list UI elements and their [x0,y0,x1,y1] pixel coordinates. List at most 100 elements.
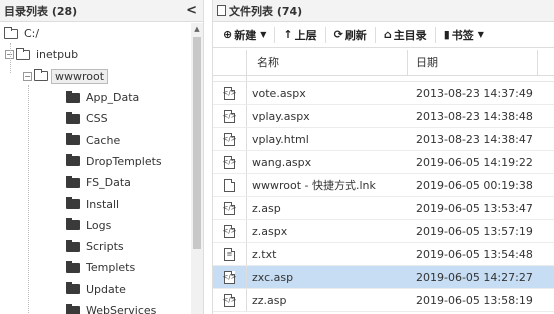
tree-item-inetpub[interactable]: − inetpub [0,44,191,65]
folder-icon [66,239,80,252]
tree-item-c-[interactable]: C:/ [0,23,191,44]
tree-item-label: Scripts [86,240,124,254]
bookmark-button[interactable]: ▮ 书签 ▼ [438,25,490,45]
chevron-down-icon: ▼ [260,30,267,39]
table-row[interactable]: ≡ z.txt 2019-06-05 13:54:48 [213,243,554,266]
folder-icon [66,260,80,273]
tree-item-label: DropTemplets [86,154,162,168]
tree-item-label: inetpub [36,48,79,62]
file-name[interactable]: vote.aspx [247,87,408,100]
folder-icon [66,175,80,188]
directory-scrollbar[interactable]: ▲ [191,23,203,314]
folder-icon [66,303,80,314]
file-name[interactable]: z.aspx [247,225,408,238]
table-row[interactable]: </> z.aspx 2019-06-05 13:57:19 [213,220,554,243]
file-icon-cell: </> [213,151,247,173]
folder-open-outline-icon [34,69,48,82]
up-level-button[interactable]: ↑ 上层 [277,25,322,45]
table-row[interactable]: </> vplay.html 2013-08-23 14:38:47 [213,128,554,151]
tree-item-label: C:/ [24,27,40,41]
new-button[interactable]: ⊕ 新建 ▼ [217,25,272,45]
file-name[interactable]: z.txt [247,248,408,261]
file-name[interactable]: zxc.asp [247,271,408,284]
directory-tree: C:/ − inetpub − wwwroot App_Data CSS Cache DropT… [0,23,191,314]
tree-item-label: Cache [86,133,121,147]
refresh-label: 刷新 [344,28,367,42]
table-row[interactable]: </> wang.aspx 2019-06-05 14:19:22 [213,151,554,174]
folder-icon [66,133,80,146]
folder-open-outline-icon [4,26,18,39]
scrollbar-thumb[interactable] [193,37,201,249]
file-name[interactable]: vplay.html [247,133,408,146]
collapse-panel-button[interactable]: < [186,3,197,18]
file-icon-cell: </> [213,220,247,242]
table-row[interactable]: </> zxc.asp 2019-06-05 14:27:27 [213,266,554,289]
folder-icon [66,90,80,103]
tree-item-label: FS_Data [86,176,131,190]
tree-item-wwwroot[interactable]: − wwwroot [0,66,191,87]
scroll-up-arrow-icon[interactable]: ▲ [191,23,203,35]
table-row[interactable]: </> vplay.aspx 2013-08-23 14:38:48 [213,105,554,128]
file-list-panel: 文件列表 (74) ⊕ 新建 ▼ ↑ 上层 ⟳ 刷新 ⌂ 主目录 ▮ 书签 ▼ [212,0,554,314]
file-table-header: 名称 日期 [213,50,554,76]
folder-icon [66,154,80,167]
file-icon-cell [213,174,247,196]
file-name[interactable]: wang.aspx [247,156,408,169]
table-row[interactable]: wwwroot - 快捷方式.lnk 2019-06-05 00:19:38 [213,174,554,197]
folder-icon [66,111,80,124]
name-column-header[interactable]: 名称 [247,50,408,75]
home-icon: ⌂ [383,28,392,41]
chevron-down-icon: ▼ [477,30,484,39]
collapse-toggle-icon[interactable]: − [23,71,32,81]
file-list-title: 文件列表 (74) [229,4,303,18]
extra-column-header [538,50,554,75]
file-date: 2019-06-05 13:57:19 [416,224,533,238]
file-name[interactable]: vplay.aspx [247,110,408,123]
up-level-label: 上层 [294,28,317,42]
file-date: 2013-08-23 14:38:47 [416,132,533,146]
tree-item-label: Install [86,197,120,211]
tree-item-label: App_Data [86,91,140,105]
arrow-up-icon: ↑ [283,28,293,41]
file-icon-cell: </> [213,82,247,104]
folder-icon [66,197,80,210]
file-table-body: </> vote.aspx 2013-08-23 14:37:49 </> vplay.… [213,82,554,312]
directory-panel-header: 目录列表 (28) < [0,0,203,22]
refresh-button[interactable]: ⟳ 刷新 [328,25,373,45]
file-icon-cell: ≡ [213,243,247,265]
toolbar-divider [324,26,326,43]
tree-item-label: Templets [86,261,136,275]
table-row[interactable]: </> zz.asp 2019-06-05 13:58:19 [213,289,554,312]
code-file-icon: </> [222,132,237,146]
table-row[interactable]: </> vote.aspx 2013-08-23 14:37:49 [213,82,554,105]
file-list-header: 文件列表 (74) [213,0,554,22]
tree-item-label: Update [86,282,126,296]
file-icon-cell: </> [213,105,247,127]
code-file-icon: </> [222,201,237,215]
bookmark-icon: ▮ [443,28,450,41]
file-date: 2019-06-05 00:19:38 [416,178,533,192]
toolbar-divider [374,26,376,43]
file-table: 名称 日期 </> vote.aspx 2013-08-23 14:37:49 </>… [213,50,554,314]
file-name[interactable]: wwwroot - 快捷方式.lnk [247,177,408,193]
directory-panel-title: 目录列表 (28) [4,4,78,18]
folder-open-outline-icon [16,47,30,60]
file-toolbar: ⊕ 新建 ▼ ↑ 上层 ⟳ 刷新 ⌂ 主目录 ▮ 书签 ▼ [213,22,554,48]
code-file-icon: </> [222,109,237,123]
file-date: 2019-06-05 14:27:27 [416,270,533,284]
folder-icon [66,218,80,231]
home-directory-button[interactable]: ⌂ 主目录 [378,25,433,45]
tree-connector-line [10,43,11,73]
tree-item-label: Logs [86,218,112,232]
file-date: 2019-06-05 13:53:47 [416,201,533,215]
table-row[interactable]: </> z.asp 2019-06-05 13:53:47 [213,197,554,220]
date-column-header[interactable]: 日期 [408,50,538,75]
code-file-icon: </> [222,270,237,284]
file-name[interactable]: z.asp [247,202,408,215]
tree-item-label: wwwroot [51,68,109,84]
bookmark-label: 书签 [451,28,474,42]
code-file-icon: </> [222,155,237,169]
code-file-icon: </> [222,224,237,238]
file-name[interactable]: zz.asp [247,294,408,307]
folder-icon [66,282,80,295]
